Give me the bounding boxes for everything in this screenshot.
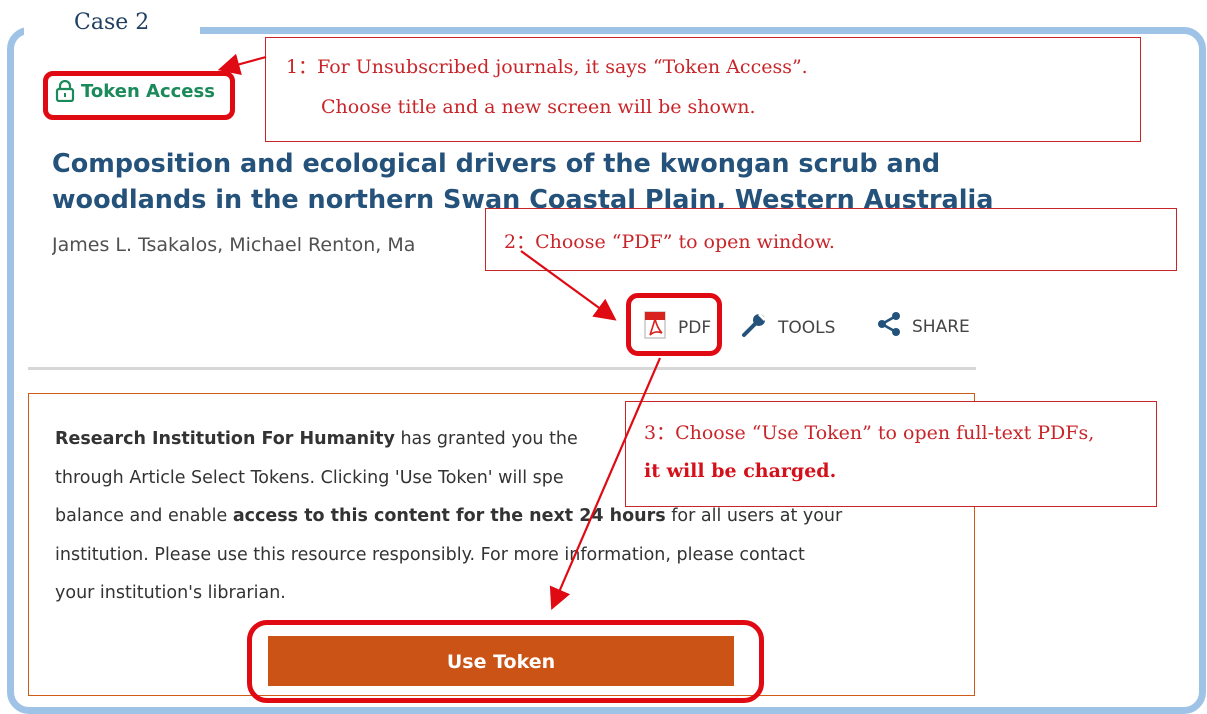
arrow-to-pdf — [520, 250, 617, 321]
annotation-arrows — [217, 53, 662, 611]
arrow-to-use-token — [549, 357, 662, 611]
arrow-to-token-access — [217, 53, 267, 75]
